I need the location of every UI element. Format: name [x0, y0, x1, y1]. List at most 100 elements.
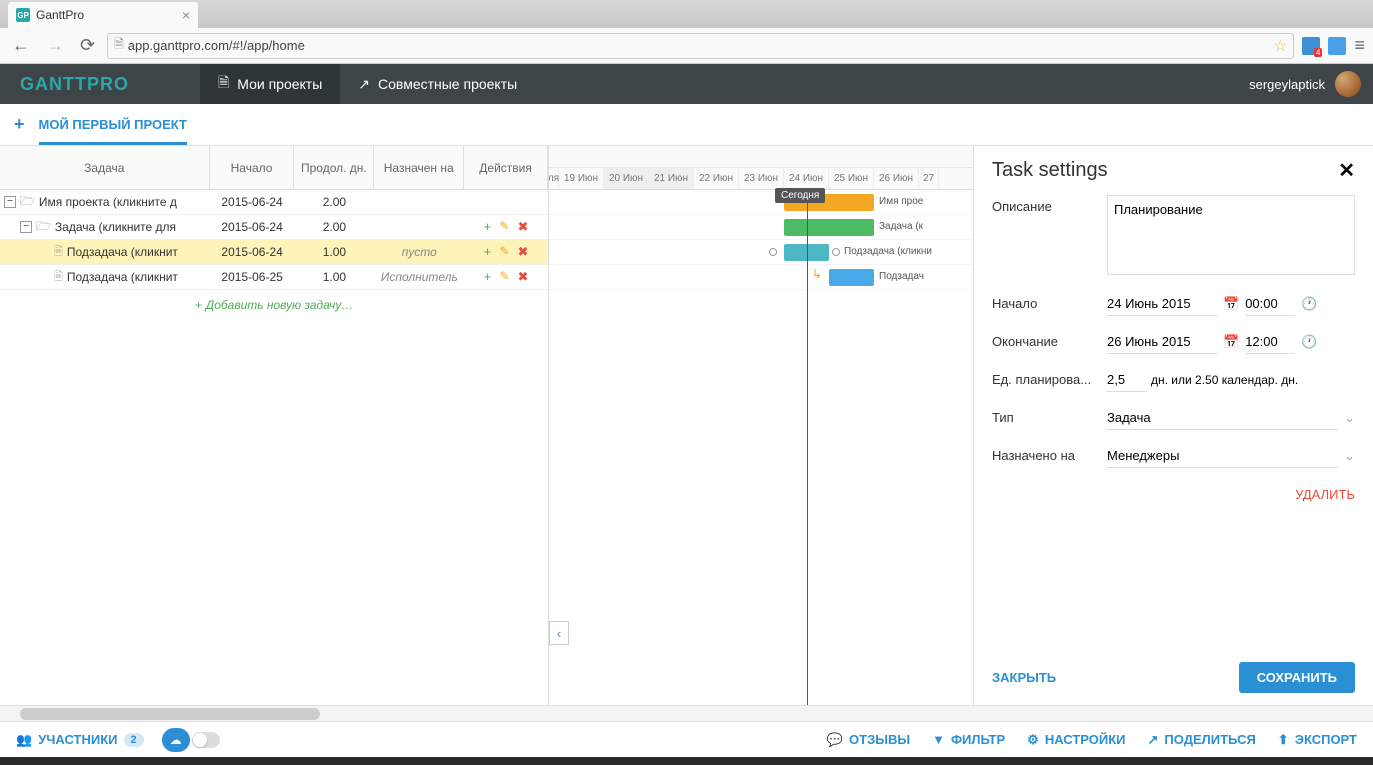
url-text: app.ganttpro.com/#!/app/home: [128, 38, 305, 53]
gear-icon: ⚙: [1027, 732, 1039, 748]
start-time-input[interactable]: [1245, 292, 1295, 316]
gantt-bar-label: Задача (к: [879, 221, 923, 232]
add-project-button[interactable]: +: [14, 114, 25, 135]
end-date-input[interactable]: [1107, 330, 1217, 354]
filter-icon: ▼: [932, 732, 945, 747]
folder-icon: 🗁: [20, 192, 35, 213]
users-icon: 👥: [16, 732, 32, 748]
gantt-day: 20 Июн: [604, 168, 649, 189]
milestone-icon[interactable]: [832, 248, 840, 256]
export-icon: ⬆: [1278, 732, 1289, 748]
panel-title: Task settings: [992, 159, 1108, 182]
logo[interactable]: GANTTPRO: [0, 74, 200, 95]
calendar-icon[interactable]: 📅: [1223, 334, 1239, 350]
milestone-icon[interactable]: [769, 248, 777, 256]
cell-actions: + ✎ ✖: [464, 244, 548, 260]
type-select[interactable]: [1107, 406, 1338, 430]
tab-my-projects[interactable]: 🗎 Мои проекты: [200, 64, 340, 104]
expander-icon[interactable]: −: [20, 221, 32, 233]
project-tab[interactable]: МОЙ ПЕРВЫЙ ПРОЕКТ: [39, 117, 187, 145]
label-end: Окончание: [992, 330, 1107, 349]
cancel-button[interactable]: ЗАКРЫТЬ: [992, 670, 1056, 685]
col-task: Задача: [0, 146, 210, 189]
expander-icon[interactable]: −: [4, 196, 16, 208]
clock-icon[interactable]: 🕐: [1301, 334, 1317, 350]
delete-button[interactable]: УДАЛИТЬ: [1295, 487, 1355, 502]
del-icon[interactable]: ✖: [517, 269, 528, 285]
cell-actions: + ✎ ✖: [464, 269, 548, 285]
edit-icon[interactable]: ✎: [499, 269, 509, 285]
cell-start: 2015-06-24: [210, 245, 295, 259]
favicon: GP: [16, 8, 30, 22]
description-input[interactable]: [1107, 195, 1355, 275]
calendar-icon[interactable]: 📅: [1223, 296, 1239, 312]
table-row[interactable]: 🗎Подзадача (кликнит2015-06-241.00пусто+✎…: [0, 240, 548, 265]
cell-duration: 2.00: [294, 220, 374, 234]
gantt-day: 24 Июн: [784, 168, 829, 189]
del-icon[interactable]: ✖: [517, 219, 528, 235]
assigned-select[interactable]: [1107, 444, 1338, 468]
browser-menu-icon[interactable]: ≡: [1354, 35, 1365, 56]
extension-twitter-icon[interactable]: [1328, 37, 1346, 55]
forward-icon[interactable]: →: [42, 33, 68, 58]
label-start: Начало: [992, 292, 1107, 311]
clock-icon[interactable]: 🕐: [1301, 296, 1317, 312]
link-arrow-icon: ↳: [812, 267, 822, 281]
gantt-bar-task[interactable]: [784, 219, 874, 236]
folder-icon: 🗁: [36, 217, 51, 238]
cloud-toggle[interactable]: ☁: [162, 728, 220, 752]
add-icon[interactable]: +: [484, 269, 492, 285]
cell-start: 2015-06-24: [210, 195, 295, 209]
user-menu[interactable]: sergeylaptick: [1249, 71, 1373, 97]
grid-header: Задача Начало Продол. дн. Назначен на Де…: [0, 146, 548, 190]
save-button[interactable]: СОХРАНИТЬ: [1239, 662, 1355, 693]
cloud-icon: ☁: [162, 728, 190, 752]
bookmark-star-icon[interactable]: ☆: [1273, 36, 1287, 56]
toggle-track[interactable]: [192, 732, 220, 748]
table-row[interactable]: −🗁Имя проекта (кликните д2015-06-242.00: [0, 190, 548, 215]
close-icon[interactable]: ✕: [1338, 158, 1355, 183]
gantt-bar-subtask[interactable]: [829, 269, 874, 286]
add-task-button[interactable]: + Добавить новую задачу…: [0, 290, 548, 320]
participants-button[interactable]: 👥 УЧАСТНИКИ 2: [16, 732, 144, 748]
feedback-button[interactable]: 💬ОТЗЫВЫ: [827, 732, 910, 748]
app-footer: 👥 УЧАСТНИКИ 2 ☁ 💬ОТЗЫВЫ ▼ ФИЛЬТР ⚙НАСТРОЙ…: [0, 721, 1373, 757]
gantt-day: 19 Июн: [559, 168, 604, 189]
share-button[interactable]: ↗ПОДЕЛИТЬСЯ: [1148, 732, 1256, 748]
collapse-grid-button[interactable]: ‹: [549, 621, 569, 645]
task-name: Имя проекта (кликните д: [39, 195, 177, 209]
settings-button[interactable]: ⚙НАСТРОЙКИ: [1027, 732, 1125, 748]
unit-input[interactable]: [1107, 368, 1147, 392]
edit-icon[interactable]: ✎: [499, 219, 509, 235]
file-icon: 🗎: [54, 268, 63, 287]
tab-title: GanttPro: [36, 8, 84, 22]
add-icon[interactable]: +: [484, 219, 492, 235]
back-icon[interactable]: ←: [8, 33, 34, 58]
horizontal-scrollbar[interactable]: [0, 705, 1373, 721]
end-time-input[interactable]: [1245, 330, 1295, 354]
chevron-down-icon[interactable]: ⌄: [1344, 410, 1355, 426]
chevron-down-icon[interactable]: ⌄: [1344, 448, 1355, 464]
filter-button[interactable]: ▼ ФИЛЬТР: [932, 732, 1005, 748]
start-date-input[interactable]: [1107, 292, 1217, 316]
add-icon[interactable]: +: [484, 244, 492, 260]
table-row[interactable]: 🗎Подзадача (кликнит2015-06-251.00Исполни…: [0, 265, 548, 290]
reload-icon[interactable]: ⟳: [76, 33, 99, 58]
scrollbar-thumb[interactable]: [20, 708, 320, 720]
del-icon[interactable]: ✖: [517, 244, 528, 260]
label: ФИЛЬТР: [951, 732, 1005, 747]
task-grid: Задача Начало Продол. дн. Назначен на Де…: [0, 146, 549, 705]
tab-shared-projects[interactable]: ↗ Совместные проекты: [340, 64, 535, 104]
col-assigned: Назначен на: [374, 146, 464, 189]
table-row[interactable]: −🗁Задача (кликните для2015-06-242.00+✎✖: [0, 215, 548, 240]
gantt-bar-label: Подзадача (кликни: [844, 246, 932, 257]
cell-duration: 1.00: [295, 270, 375, 284]
tab-close-icon[interactable]: ×: [182, 7, 190, 23]
today-line: [807, 190, 808, 705]
edit-icon[interactable]: ✎: [499, 244, 509, 260]
extension-icon[interactable]: [1302, 37, 1320, 55]
export-button[interactable]: ⬆ЭКСПОРТ: [1278, 732, 1357, 748]
logo-text-1: GANTT: [20, 74, 87, 94]
url-bar[interactable]: 🗎 app.ganttpro.com/#!/app/home ☆: [107, 33, 1294, 59]
browser-tab[interactable]: GP GanttPro ×: [8, 2, 198, 28]
